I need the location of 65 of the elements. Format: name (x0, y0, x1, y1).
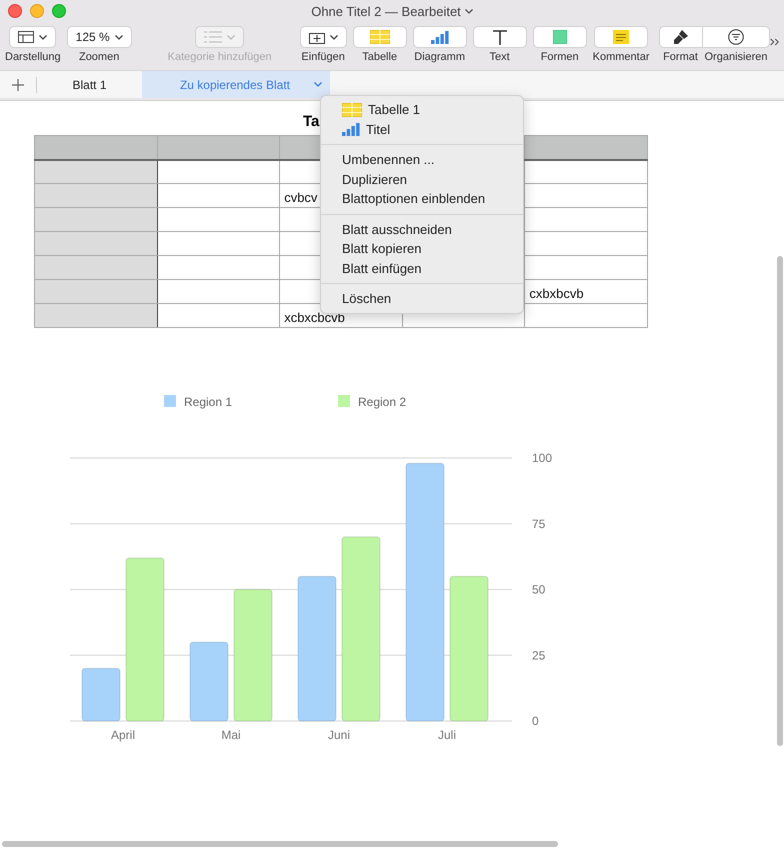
chevron-icon (314, 82, 322, 87)
text-icon (492, 30, 507, 44)
close-button[interactable] (8, 4, 22, 18)
organize-button[interactable] (702, 26, 770, 48)
chevron-icon (227, 34, 236, 40)
axis-tick-label: 25 (532, 648, 546, 662)
bar (82, 668, 120, 722)
chart-button[interactable] (412, 26, 467, 48)
toolbar-label: Format (663, 51, 698, 63)
menu-item[interactable]: Tabelle 1 (321, 100, 523, 120)
bar-chart-icon (342, 122, 360, 136)
paintbrush-icon (672, 29, 688, 45)
zoom-button[interactable]: 125 % (66, 26, 132, 48)
menu-item[interactable]: Umbenennen ... (321, 150, 523, 170)
zoom-button[interactable] (52, 4, 66, 18)
chevron-icon (330, 34, 338, 40)
axis-tick-label: 100 (532, 451, 552, 465)
toolbar-label: Text (490, 51, 510, 63)
axis-category-label: Juni (328, 728, 350, 742)
menu-item[interactable]: Blatt kopieren (321, 239, 523, 258)
menu-item[interactable]: Titel (321, 120, 523, 139)
toolbar-label: Kommentar (592, 51, 650, 63)
text-button[interactable] (472, 26, 527, 48)
legend-label: Region 1 (184, 395, 232, 409)
axis-tick-label: 50 (532, 582, 546, 596)
sidebar-icon (18, 31, 34, 43)
menu-item[interactable]: Blatt einfügen (321, 258, 523, 278)
toolbar-label: Tabelle (362, 51, 398, 63)
toolbar-label: Darstellung (5, 51, 61, 63)
chevron-icon (464, 8, 473, 14)
insert-icon (308, 30, 325, 44)
table-cell: cxbxbcvb (524, 280, 648, 304)
axis-category-label: Juli (438, 728, 456, 742)
toolbar-label: Kategorie hinzufügen (168, 51, 272, 63)
shape-button[interactable] (532, 26, 587, 48)
table-icon (342, 102, 362, 117)
scrollbar[interactable] (777, 256, 783, 746)
legend-label: Region 2 (358, 395, 406, 409)
axis-category-label: April (111, 728, 135, 742)
format-button[interactable] (658, 26, 702, 48)
window-title: Ohne Titel 2 — Bearbeitet (311, 4, 461, 18)
note-icon (613, 30, 630, 44)
chevron-icon (114, 34, 123, 40)
scrollbar[interactable] (2, 841, 558, 847)
toolbar-label: Diagramm (414, 51, 465, 63)
list-icon (204, 31, 222, 43)
toolbar-label: Einfügen (301, 51, 345, 63)
toolbar-label: Organisieren (704, 51, 768, 63)
toolbar-label: Zoomen (78, 51, 120, 63)
table-title: Ta (303, 113, 320, 130)
add-sheet-icon[interactable] (12, 78, 24, 90)
table-button[interactable] (352, 26, 407, 48)
bar-chart-icon (430, 30, 449, 44)
axis-category-label: Mai (221, 728, 241, 742)
filter-icon (728, 29, 744, 45)
insert-button[interactable] (300, 26, 347, 48)
table-icon (370, 30, 390, 44)
chevron-icon (39, 34, 48, 40)
menu-item[interactable]: Blatt ausschneiden (321, 220, 523, 239)
comment-button[interactable] (594, 26, 648, 48)
sheet-tab[interactable]: Blatt 1 (37, 71, 142, 98)
toolbar-label: Formen (540, 51, 579, 63)
axis-tick-label: 0 (532, 714, 539, 728)
axis-tick-label: 75 (532, 516, 546, 531)
view-button[interactable] (9, 26, 56, 48)
